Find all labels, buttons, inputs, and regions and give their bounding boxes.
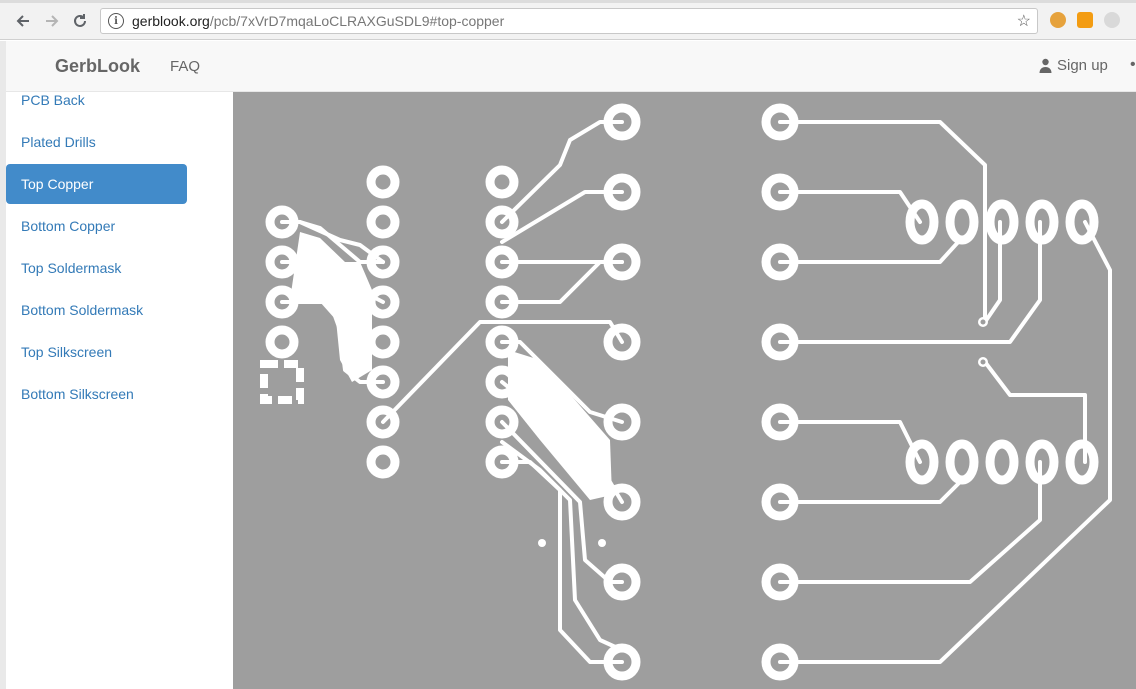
browser-toolbar: i gerblook.org/pcb/7xVrD7mqaLoCLRAXGuSDL… bbox=[0, 0, 1136, 40]
orange-extension-icon[interactable] bbox=[1077, 12, 1093, 28]
sidebar-item-pcb-back[interactable]: PCB Back bbox=[6, 80, 187, 120]
signup-link[interactable]: Sign up bbox=[1038, 57, 1108, 74]
pour bbox=[290, 232, 372, 382]
sidebar-item-bottom-copper[interactable]: Bottom Copper bbox=[6, 206, 187, 246]
url-path: /pcb/7xVrD7mqaLoCLRAXGuSDL9#top-copper bbox=[209, 13, 505, 29]
grey-extension-icon[interactable] bbox=[1104, 12, 1120, 28]
trace bbox=[778, 190, 922, 224]
faq-link[interactable]: FAQ bbox=[170, 58, 200, 75]
sidebar-item-bottom-silkscreen[interactable]: Bottom Silkscreen bbox=[6, 374, 187, 414]
pad bbox=[945, 199, 979, 245]
user-icon bbox=[1039, 58, 1052, 73]
layer-sidebar: PCB Back Plated Drills Top Copper Bottom Co… bbox=[6, 92, 233, 689]
pad bbox=[945, 439, 979, 485]
sidebar-item-bottom-soldermask[interactable]: Bottom Soldermask bbox=[6, 290, 187, 330]
trace bbox=[778, 480, 962, 504]
signup-label: Sign up bbox=[1057, 57, 1108, 74]
pad bbox=[366, 165, 400, 199]
trace bbox=[778, 220, 1112, 664]
pad-group bbox=[260, 103, 1099, 681]
trace bbox=[500, 260, 624, 304]
sidebar-item-plated-drills[interactable]: Plated Drills bbox=[6, 122, 187, 162]
via-hole bbox=[980, 319, 986, 325]
pad bbox=[1065, 439, 1099, 485]
sidebar-item-top-silkscreen[interactable]: Top Silkscreen bbox=[6, 332, 187, 372]
info-icon[interactable]: i bbox=[108, 13, 124, 29]
pad bbox=[1065, 199, 1099, 245]
pad bbox=[265, 325, 299, 359]
back-icon[interactable] bbox=[12, 10, 34, 32]
cookie-extension-icon[interactable] bbox=[1050, 12, 1066, 28]
pad bbox=[366, 445, 400, 479]
more-icon[interactable]: • bbox=[1130, 56, 1136, 74]
pad bbox=[985, 439, 1019, 485]
url-host: gerblook.org bbox=[132, 13, 210, 29]
reload-icon[interactable] bbox=[69, 10, 91, 32]
address-bar[interactable]: i gerblook.org/pcb/7xVrD7mqaLoCLRAXGuSDL… bbox=[100, 8, 1038, 34]
vias bbox=[538, 317, 988, 547]
pad bbox=[366, 325, 400, 359]
bookmark-star-icon[interactable]: ☆ bbox=[1017, 11, 1031, 31]
trace bbox=[778, 420, 922, 464]
copper-pours bbox=[290, 232, 612, 500]
pcb-viewer[interactable] bbox=[233, 92, 1136, 689]
tab-strip bbox=[0, 0, 1136, 3]
sidebar-item-top-soldermask[interactable]: Top Soldermask bbox=[6, 248, 187, 288]
sidebar-item-top-copper[interactable]: Top Copper bbox=[6, 164, 187, 204]
brand-logo[interactable]: GerbLook bbox=[55, 56, 140, 77]
via bbox=[598, 539, 606, 547]
pad bbox=[366, 205, 400, 239]
trace bbox=[500, 190, 624, 244]
pour bbox=[508, 350, 612, 500]
copper-traces bbox=[280, 120, 1112, 664]
pad bbox=[485, 165, 519, 199]
via bbox=[538, 539, 546, 547]
via-hole bbox=[980, 359, 986, 365]
top-copper-render bbox=[260, 103, 1112, 681]
forward-icon[interactable] bbox=[41, 10, 63, 32]
trace bbox=[778, 238, 962, 264]
square-pad bbox=[260, 360, 304, 404]
